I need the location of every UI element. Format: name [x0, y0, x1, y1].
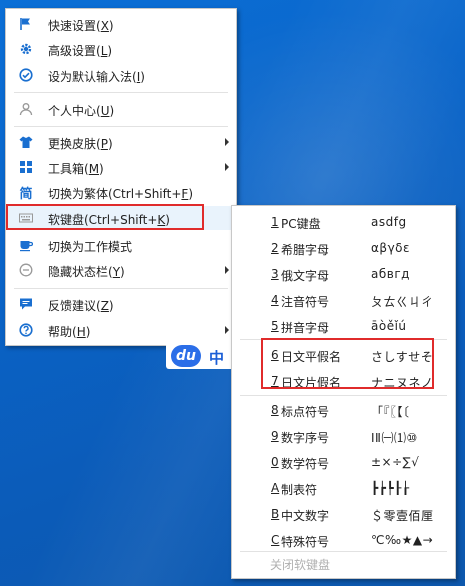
menu-item-feedback[interactable]: 反馈建议(Z)	[7, 292, 235, 316]
highlight-box-soft-keyboard	[6, 204, 204, 230]
submenu-arrow-icon	[225, 326, 229, 334]
soft-keyboard-item-russian[interactable]: 3 俄文字母 абвгд	[233, 262, 454, 286]
menu-item-help[interactable]: 帮助(H)	[7, 318, 235, 342]
soft-keyboard-item-special[interactable]: C 特殊符号 ℃‰★▲→	[233, 528, 454, 552]
trad-char-icon: 简	[19, 186, 33, 202]
soft-keyboard-submenu: 1 PC键盘 asdfg 2 希腊字母 αβγδε 3 俄文字母 абвгд 4 注音…	[231, 205, 456, 579]
chinese-mode-indicator[interactable]: 中	[209, 347, 224, 368]
minus-circle-icon	[19, 263, 33, 277]
menu-item-work-mode[interactable]: 切换为工作模式	[7, 233, 235, 257]
baidu-ime-logo[interactable]: du	[171, 345, 201, 367]
highlight-box-japanese-kana	[261, 338, 434, 389]
menu-item-change-skin[interactable]: 更换皮肤(P)	[7, 130, 235, 154]
check-circle-icon	[19, 68, 33, 82]
soft-keyboard-item-bopomofo[interactable]: 4 注音符号 ㄆㄊㄍㄐㄔ	[233, 288, 454, 312]
chat-icon	[19, 297, 33, 311]
shirt-icon	[19, 135, 33, 149]
menu-separator	[14, 92, 228, 93]
soft-keyboard-item-pinyin[interactable]: 5 拼音字母 āòěǐú	[233, 314, 454, 338]
menu-item-quick-settings[interactable]: 快速设置(X)	[7, 12, 235, 36]
ime-context-menu: 快速设置(X) 高级设置(L) 设为默认输入法(I) 个人中心(U) 更换皮肤(…	[5, 8, 237, 346]
grid-icon	[19, 160, 33, 174]
menu-separator	[240, 551, 447, 552]
menu-item-traditional-chinese[interactable]: 简 切换为繁体(Ctrl+Shift+F)	[7, 180, 235, 204]
soft-keyboard-item-chinese-numerals[interactable]: B 中文数字 ＄零壹佰厘	[233, 502, 454, 526]
submenu-arrow-icon	[225, 266, 229, 274]
soft-keyboard-item-greek[interactable]: 2 希腊字母 αβγδε	[233, 236, 454, 260]
menu-separator	[240, 395, 447, 396]
menu-separator	[14, 288, 228, 289]
soft-keyboard-item-pc[interactable]: 1 PC键盘 asdfg	[233, 210, 454, 234]
soft-keyboard-item-numbering[interactable]: 9 数字序号 ⅠⅡ㈠⑴⑩	[233, 424, 454, 448]
question-icon	[19, 323, 33, 337]
menu-item-hide-status-bar[interactable]: 隐藏状态栏(Y)	[7, 258, 235, 282]
menu-item-set-default-ime[interactable]: 设为默认输入法(I)	[7, 63, 235, 87]
menu-item-advanced-settings[interactable]: 高级设置(L)	[7, 37, 235, 61]
soft-keyboard-item-box-drawing[interactable]: A 制表符 ┣┢┡┠┟	[233, 476, 454, 500]
soft-keyboard-item-punctuation[interactable]: 8 标点符号 「『〖【〔	[233, 398, 454, 422]
menu-separator	[14, 126, 228, 127]
person-icon	[19, 102, 33, 116]
close-soft-keyboard-item: 关闭软键盘	[270, 558, 331, 572]
gear-icon	[19, 42, 33, 56]
submenu-arrow-icon	[225, 138, 229, 146]
flag-icon	[19, 17, 33, 31]
menu-item-personal-center[interactable]: 个人中心(U)	[7, 97, 235, 121]
soft-keyboard-item-math[interactable]: 0 数学符号 ±×÷∑√	[233, 450, 454, 474]
menu-item-toolbox[interactable]: 工具箱(M)	[7, 155, 235, 179]
cup-icon	[19, 238, 33, 252]
submenu-arrow-icon	[225, 163, 229, 171]
